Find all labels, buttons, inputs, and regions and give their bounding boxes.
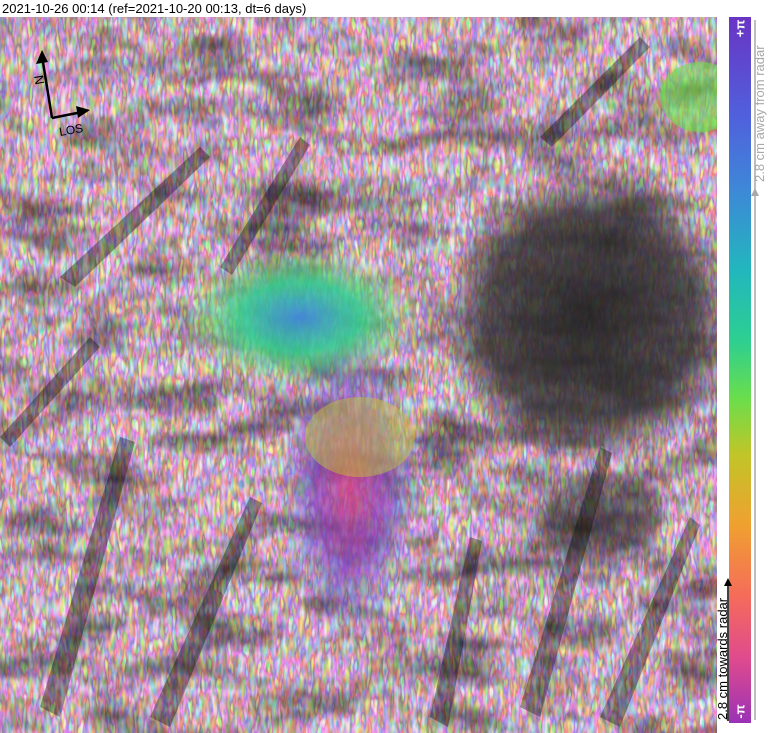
north-arrow-icon	[40, 55, 54, 119]
image-title: 2021-10-26 00:14 (ref=2021-10-20 00:13, …	[2, 1, 307, 16]
towards-arrow-icon	[724, 578, 732, 586]
svg-text:2.8 cm towards radar: 2.8 cm towards radar	[716, 597, 730, 720]
orientation-compass: N LOS	[14, 46, 94, 141]
colorbar-bottom-label: -π	[732, 704, 748, 719]
north-label: N	[31, 74, 47, 86]
away-arrow-icon	[751, 188, 759, 196]
los-label: LOS	[58, 121, 84, 139]
svg-text:2.8 cm away from radar: 2.8 cm away from radar	[752, 45, 767, 182]
towards-radar-label: 2.8 cm towards radar	[715, 578, 732, 723]
deformation-fringes	[280, 337, 420, 637]
colorbar-top-label: +π	[732, 19, 748, 38]
phase-colorbar: +π -π	[729, 17, 751, 723]
away-from-radar-label: 2.8 cm away from radar	[751, 20, 767, 720]
interferogram-map	[0, 17, 717, 733]
